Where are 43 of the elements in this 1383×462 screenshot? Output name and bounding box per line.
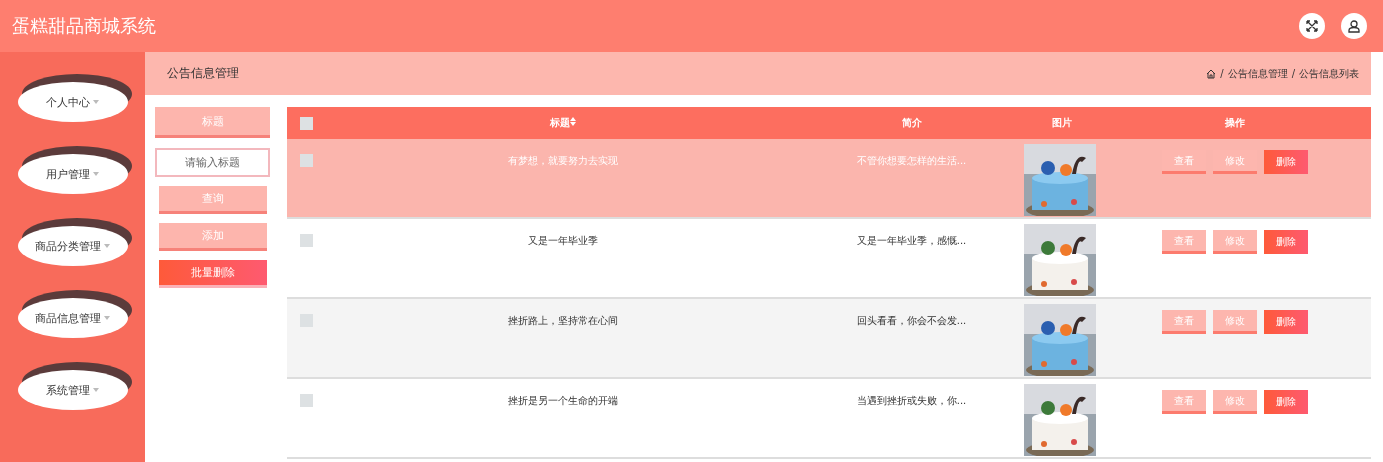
view-button[interactable]: 查看 [1162, 230, 1206, 254]
table-cell-text: 挫折是另一个生命的开端 [507, 394, 619, 408]
table-cell-text: 回头看看，你会不会发... [855, 314, 968, 328]
breadcrumb-link[interactable]: 公告信息管理 [1227, 66, 1288, 81]
column-header: 图片 [1050, 116, 1073, 130]
delete-button[interactable]: 删除 [1264, 310, 1308, 334]
delete-button[interactable]: 删除 [1264, 230, 1308, 254]
delete-button[interactable]: 删除 [1264, 150, 1308, 174]
table-cell-text: 不管你想要怎样的生活... [855, 154, 968, 168]
page-title: 公告信息管理 [167, 65, 240, 82]
table-cell-text: 又是一年毕业季，感慨... [855, 234, 968, 248]
action-button[interactable]: 查询 [158, 186, 267, 214]
view-button[interactable]: 查看 [1162, 390, 1206, 414]
edit-button[interactable]: 修改 [1213, 390, 1257, 414]
table-row[interactable]: 有梦想，就要努力去实现 不管你想要怎样的生活... 查看 修改 删除 [287, 139, 1371, 219]
delete-button[interactable]: 删除 [1264, 390, 1308, 414]
edit-button[interactable]: 修改 [1213, 310, 1257, 334]
table-cell-text: 有梦想，就要努力去实现 [507, 154, 619, 168]
search-label: 标题 [155, 107, 270, 138]
view-button[interactable]: 查看 [1162, 310, 1206, 334]
sort-icon[interactable] [570, 117, 576, 126]
home-icon[interactable] [1206, 68, 1217, 79]
table-cell-text: 又是一年毕业季 [527, 234, 599, 248]
fullscreen-icon[interactable] [1299, 13, 1325, 39]
checkbox[interactable] [300, 394, 313, 407]
batch-delete-button[interactable]: 批量删除 [158, 260, 267, 288]
table-row[interactable]: 挫折路上，坚持常在心间 回头看看，你会不会发... 查看 修改 删除 [287, 299, 1371, 379]
checkbox[interactable] [300, 116, 313, 130]
action-button[interactable]: 添加 [158, 223, 267, 251]
edit-button[interactable]: 修改 [1213, 230, 1257, 254]
app-title: 蛋糕甜品商城系统 [12, 14, 157, 38]
checkbox[interactable] [300, 234, 313, 247]
checkbox[interactable] [300, 154, 313, 167]
column-header[interactable]: 标题 [327, 116, 799, 130]
breadcrumb-separator: / [1220, 68, 1224, 79]
user-icon[interactable] [1341, 13, 1367, 39]
column-header: 操作 [1224, 116, 1246, 130]
table-cell-text: 当遇到挫折或失败，你... [855, 394, 968, 408]
column-header: 简介 [900, 116, 923, 130]
breadcrumb-link[interactable]: 公告信息列表 [1299, 66, 1359, 81]
search-field[interactable]: 请输入标题 [155, 148, 270, 177]
breadcrumb-separator: / [1291, 68, 1295, 79]
table-cell-text: 挫折路上，坚持常在心间 [507, 314, 619, 328]
